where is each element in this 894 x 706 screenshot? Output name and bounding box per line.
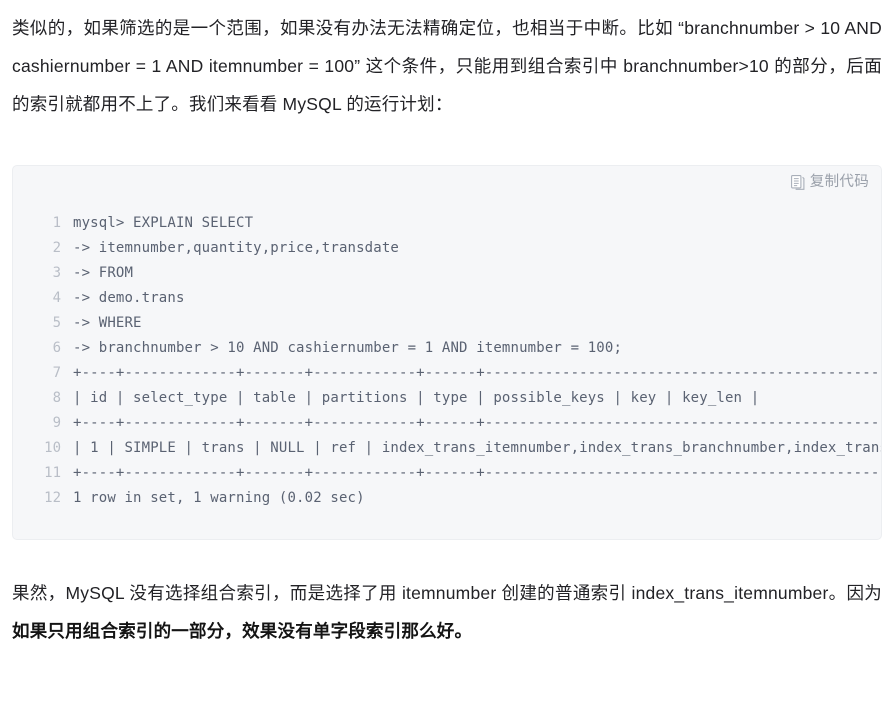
code-line: 12 1 row in set, 1 warning (0.02 sec) [13,486,881,511]
line-content: +----+-------------+-------+------------… [73,465,881,481]
code-lines-container[interactable]: 1 mysql> EXPLAIN SELECT 2 -> itemnumber,… [13,211,881,539]
line-content: -> WHERE [73,315,142,331]
line-number: 5 [52,315,61,331]
line-number: 6 [52,340,61,356]
code-line: 11 +----+-------------+-------+---------… [13,461,881,486]
code-line: 3 -> FROM [13,261,881,286]
code-line: 9 +----+-------------+-------+----------… [13,411,881,436]
line-content: -> demo.trans [73,290,185,306]
conclusion-normal-text: 果然，MySQL 没有选择组合索引，而是选择了用 itemnumber 创建的普… [12,583,882,603]
copy-code-button[interactable]: 复制代码 [790,174,869,191]
line-content: -> branchnumber > 10 AND cashiernumber =… [73,340,623,356]
line-content: | 1 | SIMPLE | trans | NULL | ref | inde… [73,440,881,456]
line-content: mysql> EXPLAIN SELECT [73,215,254,231]
code-line: 6 -> branchnumber > 10 AND cashiernumber… [13,336,881,361]
line-content: 1 row in set, 1 warning (0.02 sec) [73,490,365,506]
line-number: 9 [52,415,61,431]
line-content: -> itemnumber,quantity,price,transdate [73,240,399,256]
line-content: +----+-------------+-------+------------… [73,415,881,431]
code-line: 1 mysql> EXPLAIN SELECT [13,211,881,236]
code-line: 7 +----+-------------+-------+----------… [13,361,881,386]
line-number: 2 [52,240,61,256]
code-block: 复制代码 1 mysql> EXPLAIN SELECT 2 -> itemnu… [12,165,882,540]
line-content: +----+-------------+-------+------------… [73,365,881,381]
code-line: 5 -> WHERE [13,311,881,336]
line-number: 1 [52,215,61,231]
code-line: 4 -> demo.trans [13,286,881,311]
code-line: 10 | 1 | SIMPLE | trans | NULL | ref | i… [13,436,881,461]
line-content: -> FROM [73,265,134,281]
conclusion-bold-text: 如果只用组合索引的一部分，效果没有单字段索引那么好。 [12,621,473,641]
conclusion-paragraph: 果然，MySQL 没有选择组合索引，而是选择了用 itemnumber 创建的普… [0,574,894,650]
intro-paragraph: 类似的，如果筛选的是一个范围，如果没有办法无法精确定位，也相当于中断。比如 “b… [12,18,882,114]
line-number: 11 [44,465,61,481]
code-line: 8 | id | select_type | table | partition… [13,386,881,411]
code-line: 2 -> itemnumber,quantity,price,transdate [13,236,881,261]
line-content: | id | select_type | table | partitions … [73,390,760,406]
copy-code-icon [790,175,805,190]
line-number: 8 [52,390,61,406]
line-number: 12 [44,490,61,506]
line-number: 3 [52,265,61,281]
article-content: 类似的，如果筛选的是一个范围，如果没有办法无法精确定位，也相当于中断。比如 “b… [0,0,894,650]
line-number: 7 [52,365,61,381]
line-number: 10 [44,440,61,456]
line-number: 4 [52,290,61,306]
copy-code-label: 复制代码 [809,174,869,191]
